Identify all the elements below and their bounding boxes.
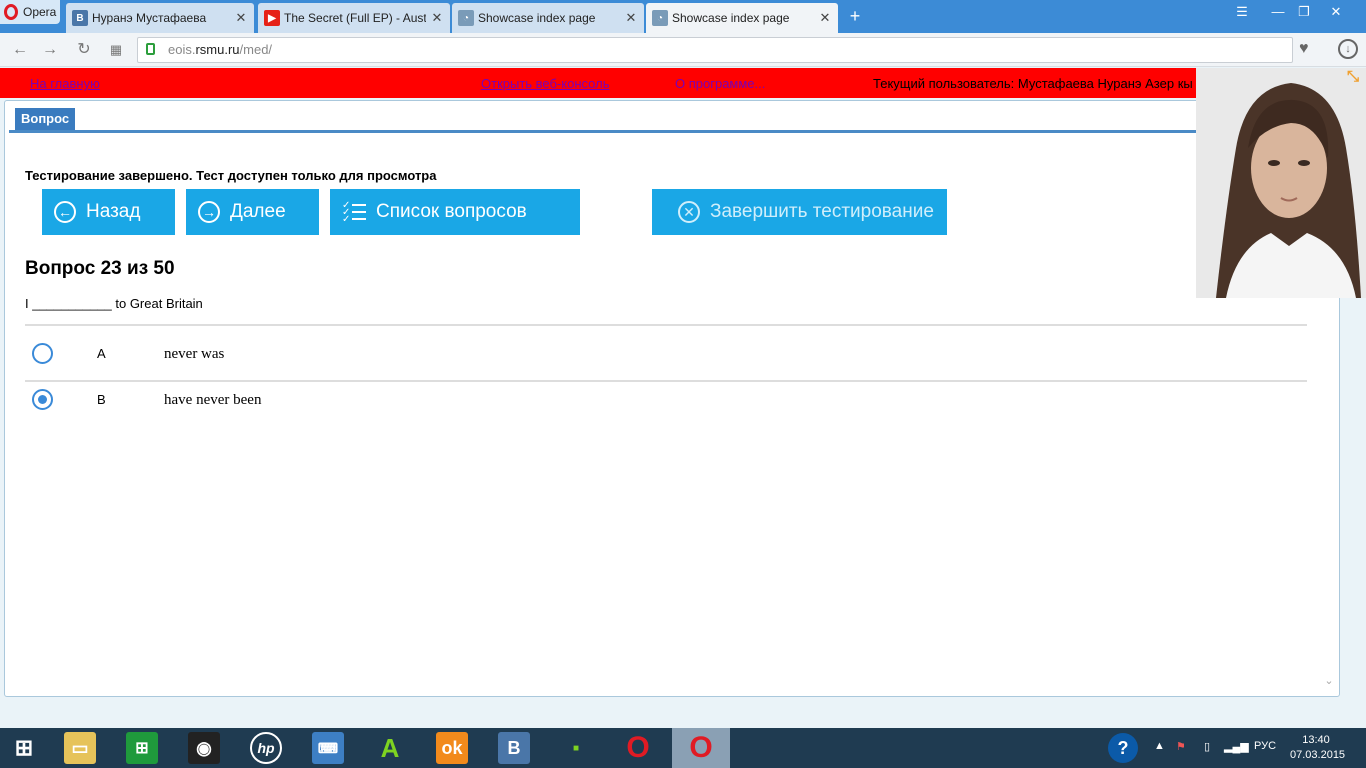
close-icon[interactable]: ✕ (818, 10, 832, 26)
collapse-photo-icon[interactable]: ⤡ (1340, 68, 1366, 96)
address-input[interactable]: eois.rsmu.ru/med/ (137, 37, 1293, 63)
a-app-icon[interactable]: A (374, 732, 406, 764)
tab-menu-icon[interactable]: ☰ (1228, 4, 1256, 20)
close-icon[interactable]: ✕ (624, 10, 638, 26)
address-toolbar: ← → ↻ ▦ eois.rsmu.ru/med/ ♥ ↓ (0, 33, 1366, 67)
tab-title: Нуранэ Мустафаева (92, 11, 207, 25)
webcam-app-icon[interactable]: ◉ (188, 732, 220, 764)
showcase-icon: ◔ (458, 10, 474, 26)
youtube-icon: ▶ (264, 10, 280, 26)
tab-showcase-1[interactable]: ◔ Showcase index page ✕ (452, 3, 644, 33)
browser-tab-strip: Opera B Нуранэ Мустафаева ✕ ▶ The Secret… (0, 0, 1366, 33)
clock-time: 13:40 (1302, 734, 1330, 746)
option-letter: A (97, 346, 106, 361)
question-list-button-label: Список вопросов (376, 201, 527, 222)
option-divider (25, 380, 1307, 382)
clock[interactable]: 13:40 07.03.2015 (1290, 733, 1346, 763)
option-divider (25, 324, 1307, 326)
next-button[interactable]: → Далее (186, 189, 319, 235)
tab-youtube[interactable]: ▶ The Secret (Full EP) - Austin ✕ (258, 3, 450, 33)
small-app-icon[interactable]: ■ (560, 732, 592, 764)
url-host: rsmu.ru (195, 42, 240, 57)
option-text: have never been (164, 392, 262, 408)
battery-icon[interactable]: ▯ (1204, 740, 1210, 753)
back-arrow-icon[interactable]: ← (10, 40, 30, 60)
close-icon[interactable]: ✕ (430, 10, 444, 26)
arrow-right-circle-icon: → (198, 201, 220, 223)
tab-title: The Secret (Full EP) - Austin (284, 11, 426, 25)
opera-logo-icon (4, 4, 18, 20)
store-icon[interactable]: ⊞ (126, 732, 158, 764)
back-button-label: Назад (86, 201, 141, 222)
question-text: I ___________ to Great Britain (25, 296, 203, 311)
close-icon[interactable]: ✕ (234, 10, 248, 26)
language-indicator[interactable]: РУС (1254, 740, 1276, 752)
lock-icon (146, 43, 155, 55)
tab-title: Showcase index page (478, 11, 596, 25)
question-list-button[interactable]: ✓ ✓ ✓ Список вопросов (330, 189, 580, 235)
os-taskbar: ⊞ ▭ ⊞ ◉ hp ⌨ A ok B ■ O O ? ▲ ⚑ ▯ ▂▄▆ РУ… (0, 728, 1366, 768)
reload-icon[interactable]: ↻ (74, 40, 94, 60)
home-link[interactable]: На главную (30, 76, 100, 91)
close-circle-icon: ✕ (678, 201, 700, 223)
option-b-radio-selected[interactable] (32, 389, 53, 410)
opera-active-taskbar-icon[interactable]: O (672, 728, 730, 768)
showcase-icon: ◔ (652, 10, 668, 26)
forward-arrow-icon[interactable]: → (40, 40, 60, 60)
site-top-nav: На главную Открыть веб-консоль О програм… (0, 68, 1366, 98)
scroll-down-icon[interactable]: ⌄ (1321, 674, 1337, 690)
help-icon[interactable]: ? (1108, 733, 1138, 763)
restore-icon[interactable]: ❐ (1290, 4, 1318, 20)
signal-icon[interactable]: ▂▄▆ (1224, 740, 1249, 753)
finish-test-button[interactable]: ✕ Завершить тестирование (652, 189, 947, 235)
back-button[interactable]: ← Назад (42, 189, 175, 235)
vk-icon: B (72, 10, 88, 26)
panel-divider (9, 130, 1335, 133)
file-explorer-icon[interactable]: ▭ (64, 732, 96, 764)
about-link[interactable]: О программе... (675, 76, 765, 91)
web-console-link[interactable]: Открыть веб-консоль (481, 76, 609, 91)
hp-icon[interactable]: hp (250, 732, 282, 764)
current-user-label: Текущий пользователь: Мустафаева Нуранэ … (873, 76, 1193, 91)
tray-expand-icon[interactable]: ▲ (1154, 740, 1165, 752)
opera-menu-button[interactable]: Opera (0, 0, 60, 24)
opera-taskbar-icon[interactable]: O (622, 731, 654, 764)
checklist-icon: ✓ ✓ ✓ (342, 201, 366, 225)
answer-option-a[interactable]: A never was (25, 337, 1307, 373)
flag-icon[interactable]: ⚑ (1176, 740, 1186, 753)
test-status-message: Тестирование завершено. Тест доступен то… (25, 168, 437, 183)
tab-vk-profile[interactable]: B Нуранэ Мустафаева ✕ (66, 3, 254, 33)
opera-menu-label: Opera (23, 5, 57, 19)
next-button-label: Далее (230, 201, 286, 222)
vk-taskbar-icon[interactable]: B (498, 732, 530, 764)
finish-test-button-label: Завершить тестирование (710, 201, 934, 222)
tab-title: Showcase index page (672, 11, 790, 25)
speed-dial-grid-icon[interactable]: ▦ (106, 40, 126, 60)
answer-option-b[interactable]: B have never been (25, 383, 1307, 419)
odnoklassniki-icon[interactable]: ok (436, 732, 468, 764)
webcam-user-photo (1196, 68, 1366, 298)
network-app-icon[interactable]: ⌨ (312, 732, 344, 764)
close-window-icon[interactable]: ✕ (1322, 4, 1350, 20)
download-icon[interactable]: ↓ (1338, 39, 1358, 59)
question-title: Вопрос 23 из 50 (25, 258, 175, 279)
url-host-prefix: eois. (168, 42, 196, 57)
windows-start-icon[interactable]: ⊞ (8, 732, 40, 764)
option-letter: B (97, 392, 106, 407)
panel-tab-question: Вопрос (15, 108, 76, 130)
option-text: never was (164, 346, 225, 362)
arrow-left-circle-icon: ← (54, 201, 76, 223)
tab-showcase-active[interactable]: ◔ Showcase index page ✕ (646, 3, 838, 33)
new-tab-button[interactable]: + (846, 6, 864, 27)
option-a-radio[interactable] (32, 343, 53, 364)
minimize-icon[interactable]: — (1264, 4, 1292, 19)
clock-date: 07.03.2015 (1290, 749, 1346, 761)
url-path: /med/ (239, 42, 273, 57)
heart-icon[interactable]: ♥ (1299, 40, 1309, 58)
